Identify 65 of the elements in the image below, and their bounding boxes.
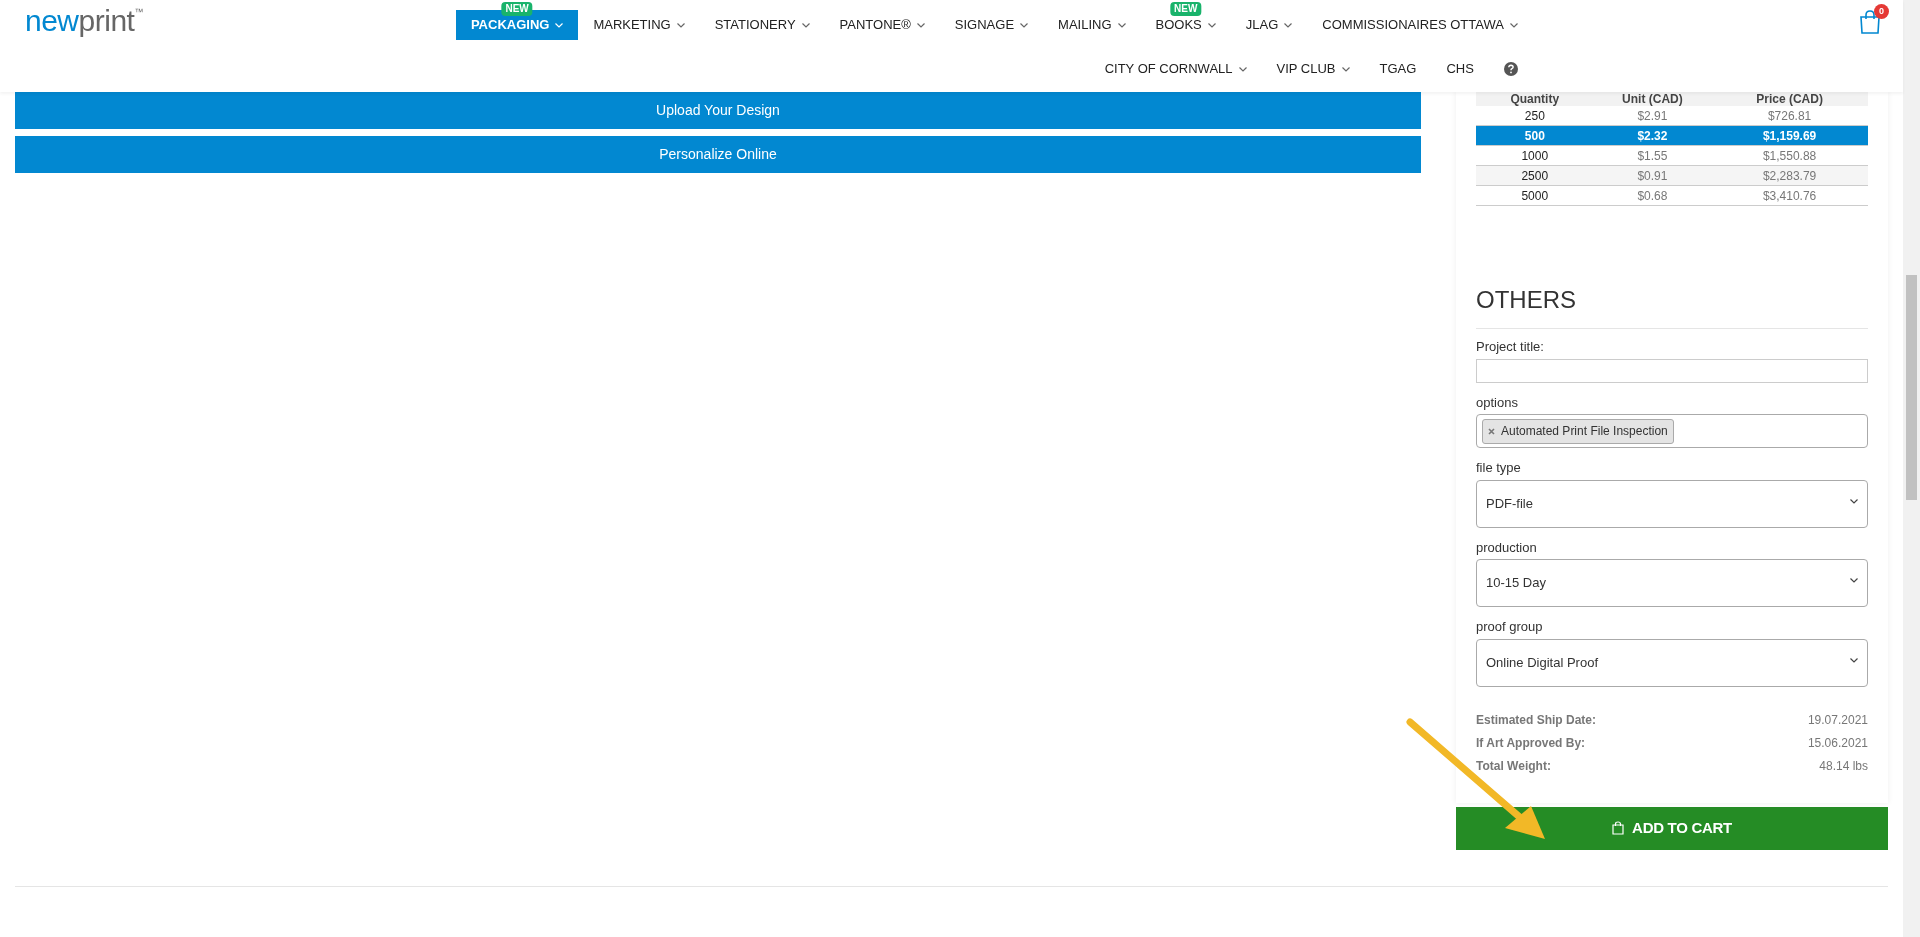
field-label: proof group [1476, 618, 1544, 636]
column-header: Quantity [1509, 92, 1561, 106]
section-title: OTHERS [1476, 282, 1868, 329]
column-header: Price (CAD) [1755, 92, 1824, 106]
nav-menu-item[interactable]: PANTONE® [824, 10, 940, 40]
scrollbar[interactable] [1903, 0, 1920, 937]
table-cell-text: $726.81 [1766, 107, 1813, 125]
nav-menu-item[interactable]: CHS [1431, 54, 1489, 84]
field-label: production [1476, 538, 1538, 557]
scrollbar-thumb[interactable] [1906, 275, 1917, 500]
price-row[interactable]: 500 $2.32 $1,159.69 [1476, 126, 1868, 146]
nav-menu-item[interactable]: JLAG [1230, 10, 1308, 40]
select-field[interactable]: 10-15 Day [1476, 559, 1868, 607]
chevron-down-icon [1850, 657, 1858, 663]
add-to-cart-button[interactable]: ADD TO CART [1456, 806, 1888, 850]
new-badge: NEW [1170, 2, 1202, 16]
new-badge: NEW [501, 2, 533, 16]
column-header: Unit (CAD) [1621, 92, 1684, 106]
design-button[interactable]: Personalize Online [15, 136, 1421, 173]
nav-menu-item[interactable]: STATIONERY [699, 10, 825, 40]
table-cell-text: $2.32 [1636, 127, 1669, 145]
field-label: file type [1476, 459, 1522, 477]
nav-menu-item[interactable]: SIGNAGE [939, 10, 1044, 40]
nav-menu-item[interactable]: CITY OF CORNWALL [1089, 54, 1262, 84]
table-cell-text: $0.91 [1636, 167, 1669, 185]
table-cell-text: 2500 [1520, 167, 1550, 185]
summary-label: Total Weight: [1476, 757, 1551, 775]
summary-value: 15.06.2021 [1807, 734, 1868, 752]
shopping-bag-icon [1612, 821, 1625, 835]
table-cell-text: $0.68 [1636, 187, 1669, 205]
table-cell-text: 250 [1523, 107, 1546, 125]
table-cell-text: $2,283.79 [1761, 167, 1818, 185]
help-icon[interactable] [1503, 62, 1518, 76]
project-title-input[interactable] [1476, 358, 1868, 383]
summary-label: Estimated Ship Date: [1476, 711, 1597, 729]
table-cell-text: $1,159.69 [1761, 127, 1818, 145]
nav-menu-item[interactable]: COMMISSIONAIRES OTTAWA [1307, 10, 1533, 40]
field-label: Project title: [1476, 338, 1545, 356]
table-cell-text: $1,550.88 [1761, 147, 1818, 165]
select-field[interactable]: Online Digital Proof [1476, 638, 1868, 687]
logo[interactable]: newprint™ [25, 6, 143, 36]
table-cell-text: 500 [1523, 127, 1546, 145]
options-multiselect[interactable]: Automated Print File Inspection [1476, 414, 1868, 448]
summary-label: If Art Approved By: [1476, 734, 1586, 752]
nav-menu-item[interactable]: MARKETING [578, 10, 700, 40]
cart-count-badge: 0 [1874, 4, 1889, 19]
option-tag[interactable]: Automated Print File Inspection [1482, 418, 1674, 444]
chevron-down-icon [1850, 498, 1858, 504]
remove-icon[interactable] [1488, 427, 1495, 435]
table-cell-text: 5000 [1520, 187, 1550, 205]
field-label: options [1476, 393, 1519, 412]
summary-value: 19.07.2021 [1807, 711, 1868, 729]
table-cell-text: $3,410.76 [1761, 187, 1818, 205]
summary-value: 48.14 lbs [1819, 757, 1868, 775]
design-button[interactable]: Upload Your Design [15, 92, 1421, 129]
price-row[interactable]: 2500 $0.91 $2,283.79 [1476, 166, 1868, 186]
chevron-down-icon [1850, 578, 1858, 583]
nav-menu-item[interactable]: MAILING [1043, 10, 1141, 40]
table-cell-text: 1000 [1520, 147, 1550, 165]
nav-menu-item[interactable]: TGAG [1364, 54, 1432, 84]
nav-menu-item[interactable]: VIP CLUB [1261, 54, 1365, 84]
table-cell-text: $2.91 [1636, 107, 1669, 125]
table-cell-text: $1.55 [1636, 147, 1669, 165]
shopping-bag-icon[interactable] [1859, 10, 1881, 34]
select-field[interactable]: PDF-file [1476, 479, 1868, 528]
